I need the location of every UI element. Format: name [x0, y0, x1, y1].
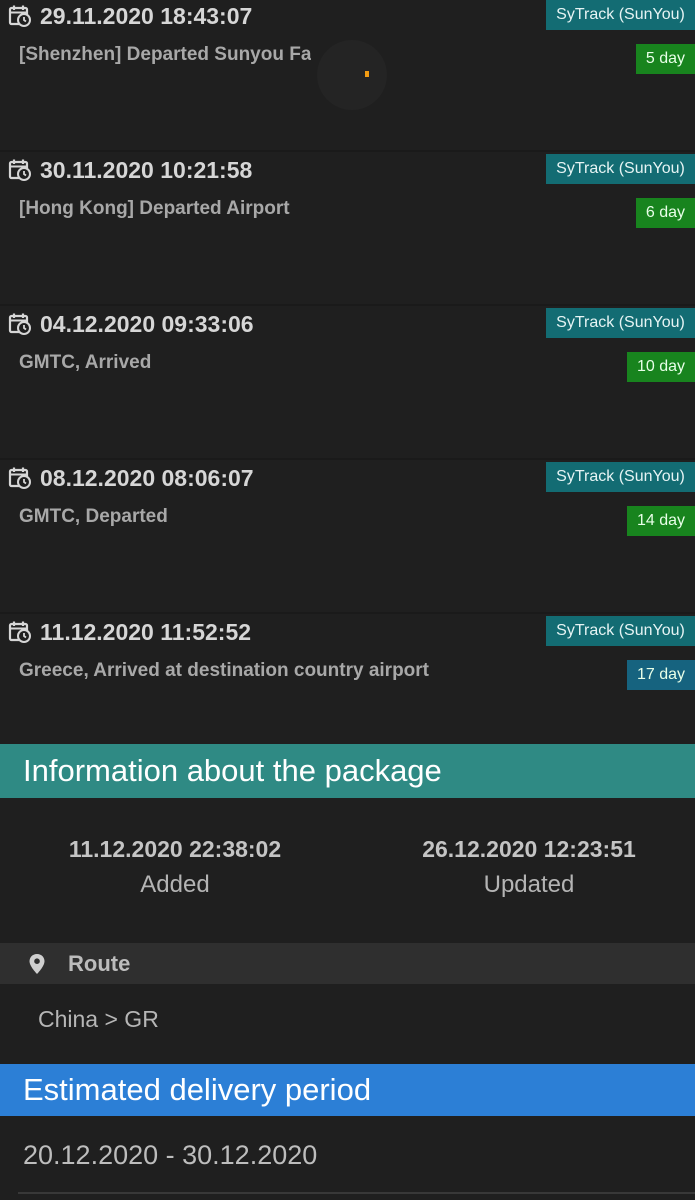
updated-label: Updated	[483, 871, 575, 898]
tracking-event: 08.12.2020 08:06:07 SyTrack (SunYou) GMT…	[0, 462, 695, 614]
updated-info: 26.12.2020 12:23:51 Updated	[369, 836, 689, 899]
days-badge: 5 day	[635, 44, 695, 74]
event-datetime: 08.12.2020 08:06:07	[40, 464, 254, 491]
event-date: 08.12.2020 08:06:07	[8, 462, 254, 494]
added-datetime: 11.12.2020 22:38:02	[68, 836, 282, 862]
route-value: China > GR	[38, 1006, 159, 1032]
calendar-clock-icon	[8, 5, 31, 27]
source-badge: SyTrack (SunYou)	[546, 462, 695, 492]
calendar-clock-icon	[8, 159, 31, 181]
calendar-clock-icon	[8, 621, 31, 643]
tracking-event: 04.12.2020 09:33:06 SyTrack (SunYou) GMT…	[0, 308, 695, 460]
added-info: 11.12.2020 22:38:02 Added	[15, 836, 335, 899]
event-datetime: 04.12.2020 09:33:06	[40, 310, 254, 337]
days-badge: 10 day	[626, 352, 695, 382]
added-label: Added	[140, 871, 210, 898]
calendar-clock-icon	[8, 313, 31, 335]
calendar-clock-icon	[8, 467, 31, 489]
section-title: Information about the package	[23, 753, 442, 788]
route-header: Route	[0, 943, 695, 984]
event-description: GMTC, Arrived	[19, 352, 152, 373]
days-badge: 17 day	[626, 660, 695, 690]
delivery-period-value: 20.12.2020 - 30.12.2020	[23, 1140, 318, 1170]
source-badge: SyTrack (SunYou)	[546, 308, 695, 338]
event-datetime: 29.11.2020 18:43:07	[40, 2, 253, 29]
days-badge: 6 day	[635, 198, 695, 228]
source-badge: SyTrack (SunYou)	[546, 154, 695, 184]
location-pin-icon	[29, 953, 45, 974]
event-description: GMTC, Departed	[19, 506, 168, 527]
event-date: 29.11.2020 18:43:07	[8, 0, 252, 32]
event-datetime: 30.11.2020 10:21:58	[40, 156, 253, 183]
package-info-header: Information about the package	[0, 744, 695, 798]
loading-spinner	[317, 40, 387, 110]
event-datetime: 11.12.2020 11:52:52	[40, 618, 252, 645]
event-date: 11.12.2020 11:52:52	[8, 616, 251, 648]
section-title: Estimated delivery period	[23, 1072, 372, 1107]
delivery-period-header: Estimated delivery period	[0, 1064, 695, 1116]
route-title: Route	[68, 950, 131, 976]
event-date: 30.11.2020 10:21:58	[8, 154, 252, 186]
days-badge: 14 day	[626, 506, 695, 536]
divider	[18, 1192, 695, 1194]
event-date: 04.12.2020 09:33:06	[8, 308, 254, 340]
event-description: [Hong Kong] Departed Airport	[19, 198, 290, 219]
source-badge: SyTrack (SunYou)	[546, 0, 695, 30]
updated-datetime: 26.12.2020 12:23:51	[422, 836, 636, 862]
event-description: [Shenzhen] Departed Sunyou Fa	[19, 44, 312, 65]
source-badge: SyTrack (SunYou)	[546, 616, 695, 646]
tracking-event: 29.11.2020 18:43:07 SyTrack (SunYou) [Sh…	[0, 0, 695, 152]
event-description: Greece, Arrived at destination country a…	[19, 660, 430, 681]
tracking-event: 11.12.2020 11:52:52 SyTrack (SunYou) Gre…	[0, 616, 695, 744]
tracking-event: 30.11.2020 10:21:58 SyTrack (SunYou) [Ho…	[0, 154, 695, 306]
